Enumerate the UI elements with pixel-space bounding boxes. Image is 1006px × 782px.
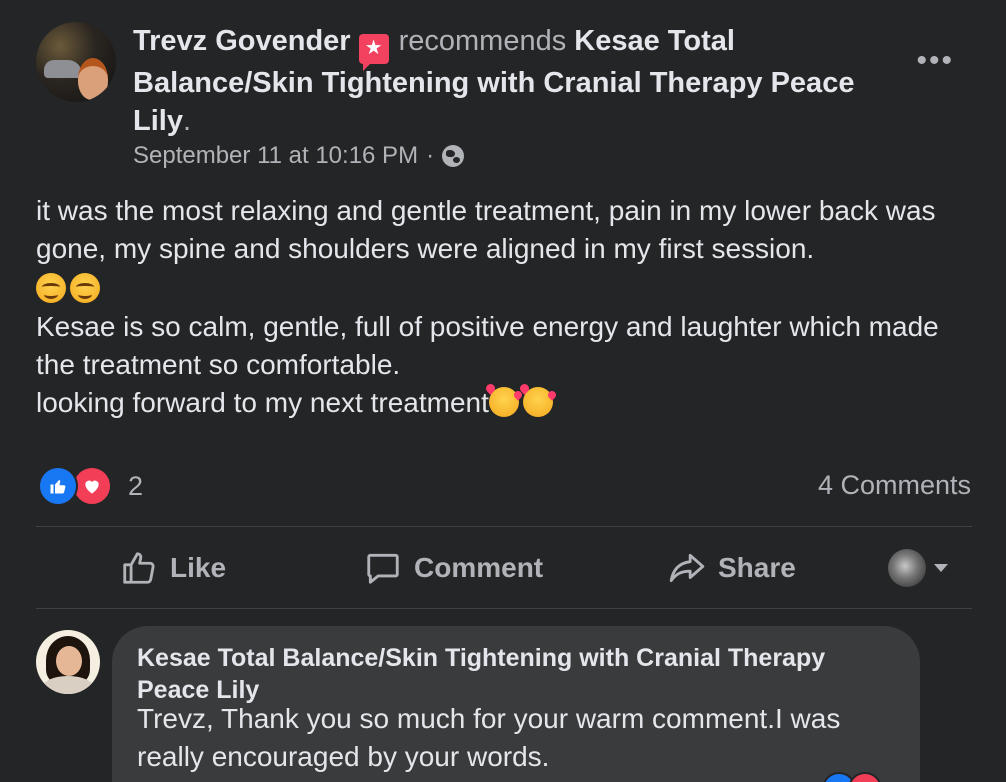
avatar-car-shape [44,60,82,78]
comment-icon [367,553,399,584]
smiling-face-with-hearts-emoji-icon [488,387,519,417]
comment-author[interactable]: Kesae Total Balance/Skin Tightening with… [137,642,897,706]
comment-bubble: Kesae Total Balance/Skin Tightening with… [112,626,920,782]
smiling-face-emoji-icon [36,273,66,303]
post-body-text-1: it was the most relaxing and gentle trea… [36,195,936,264]
post-header: Trevz Govender ★ recommends Kesae Total Ba… [133,22,903,140]
share-arrow-icon [669,553,705,583]
avatar-face-shape [78,58,108,100]
share-button[interactable]: Share [668,536,796,600]
smiling-face-with-hearts-emoji-icon [522,387,553,417]
thumbs-up-icon [123,552,155,584]
commenter-avatar[interactable] [36,630,100,694]
post-meta: September 11 at 10:16 PM · [133,142,465,170]
more-options-button[interactable]: ••• [916,44,954,78]
share-label: Share [718,552,796,583]
header-period: . [182,105,192,137]
action-bar: Like Comment Share [36,536,972,600]
recommends-verb: recommends [398,25,567,57]
post-card: Trevz Govender ★ recommends Kesae Total Ba… [0,0,1006,782]
comment-label: Comment [414,552,544,583]
comment-text: Trevz, Thank you so much for your warm c… [137,703,841,772]
post-body-emoji-line [36,268,976,308]
post-body-line-3: looking forward to my next treatment [36,384,976,422]
like-label: Like [170,552,227,583]
avatar-shoulders-shape [42,676,94,694]
comments-count-link[interactable]: 4 Comments [818,470,971,501]
reaction-count: 2 [128,470,144,501]
love-reaction-icon [848,772,882,782]
recommendation-star-icon: ★ [358,34,389,71]
chevron-down-icon [934,564,948,572]
smiling-face-emoji-icon [70,273,100,303]
post-body-line-1: it was the most relaxing and gentle trea… [36,192,976,268]
author-name[interactable]: Trevz Govender [133,25,351,57]
comment-reactions[interactable] [822,772,882,782]
divider [36,526,972,527]
reaction-summary[interactable]: 2 [38,466,143,506]
meta-separator: · [426,142,435,169]
like-reaction-icon [38,466,78,506]
divider [36,608,972,609]
author-avatar[interactable] [36,22,116,102]
post-timestamp[interactable]: September 11 at 10:16 PM [133,142,418,170]
like-button[interactable]: Like [120,536,226,600]
avatar-face-shape [56,646,82,676]
post-body-line-2: Kesae is so calm, gentle, full of positi… [36,308,976,384]
post-body: it was the most relaxing and gentle trea… [36,192,976,422]
post-body-text-3: looking forward to my next treatment [36,387,489,418]
user-mini-avatar [888,549,926,587]
comment-button[interactable]: Comment [364,536,543,600]
post-body-text-2: Kesae is so calm, gentle, full of positi… [36,311,939,380]
globe-icon[interactable] [442,145,465,167]
react-as-selector[interactable] [888,536,948,600]
love-reaction-icon [72,466,112,506]
